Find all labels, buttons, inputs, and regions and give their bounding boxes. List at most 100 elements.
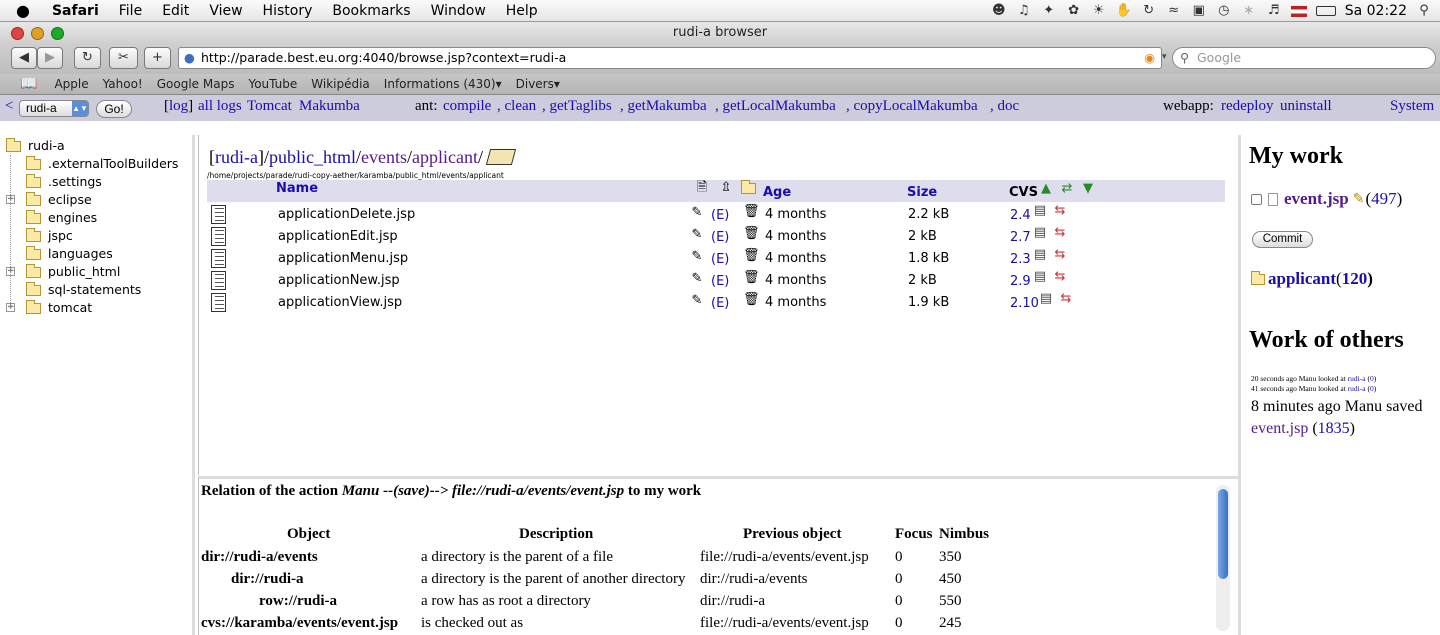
cvs-diff-icon[interactable]: ▤ [1033, 204, 1047, 218]
wifi-icon[interactable]: ≈ [1166, 4, 1182, 18]
menu-app-safari[interactable]: Safari [42, 3, 109, 19]
tree-item[interactable]: engines [26, 209, 97, 227]
edit-link[interactable]: (E) [711, 296, 729, 311]
menu-history[interactable]: History [253, 3, 323, 19]
bookmark-wikipedia[interactable]: Wikipédia [304, 77, 377, 91]
my-work-file-link[interactable]: event.jsp [1284, 189, 1349, 209]
my-work-file-count[interactable]: 497 [1371, 189, 1397, 209]
menu-file[interactable]: File [109, 3, 152, 19]
ant-compile-link[interactable]: compile [443, 98, 491, 115]
add-bookmark-button[interactable]: + [144, 47, 171, 69]
edit-icon[interactable]: ✎ [690, 250, 704, 264]
file-name[interactable]: applicationView.jsp [278, 295, 402, 310]
others-saved-link[interactable]: event.jsp [1251, 420, 1308, 437]
bookmark-divers[interactable]: Divers▾ [509, 77, 567, 91]
menu-edit[interactable]: Edit [152, 3, 199, 19]
cvs-sync-icon[interactable]: ⇆ [1053, 248, 1067, 262]
zoom-window-button[interactable] [51, 27, 64, 40]
file-name[interactable]: applicationMenu.jsp [278, 251, 408, 266]
scrollbar-thumb[interactable] [1218, 489, 1228, 579]
cvs-update-icon[interactable]: ▲ [1039, 182, 1053, 196]
bird-icon[interactable]: ✿ [1066, 4, 1082, 18]
cvs-sync-icon[interactable]: ⇄ [1060, 182, 1074, 196]
reload-button[interactable]: ↻ [74, 47, 101, 69]
cvs-revision-link[interactable]: 2.7 [1010, 230, 1031, 245]
ant-getlocalmakumba-link[interactable]: , getLocalMakumba [715, 98, 836, 115]
breadcrumb-events[interactable]: events [361, 147, 407, 167]
open-folder-icon[interactable] [485, 149, 516, 165]
ant-gettaglibs-link[interactable]: , getTaglibs [542, 98, 612, 115]
monkey-icon[interactable]: ☻ [991, 4, 1007, 18]
sort-by-name-link[interactable]: Name [276, 181, 318, 196]
close-window-button[interactable] [11, 27, 24, 40]
new-file-icon[interactable]: 🗎 [695, 181, 709, 195]
book-icon[interactable]: 📖 [0, 76, 47, 92]
breadcrumb-public-html[interactable]: public_html [269, 147, 356, 167]
menu-view[interactable]: View [199, 3, 252, 19]
trash-icon[interactable]: 🗑 [743, 271, 760, 285]
edit-pencil-icon[interactable]: ✎ [1353, 191, 1365, 208]
cvs-diff-icon[interactable]: ▤ [1033, 248, 1047, 262]
tree-item[interactable]: tomcat [26, 299, 92, 317]
new-folder-icon[interactable] [741, 180, 756, 197]
display-icon[interactable]: ▣ [1191, 4, 1207, 18]
rss-icon[interactable]: ◉ [1144, 48, 1155, 68]
my-work-dir-count[interactable]: 120 [1342, 269, 1368, 289]
snippet-button[interactable]: ✂ [109, 47, 138, 69]
cvs-sync-icon[interactable]: ⇆ [1053, 226, 1067, 240]
apple-menu-icon[interactable]: ● [0, 1, 42, 20]
cvs-sync-icon[interactable]: ⇆ [1053, 270, 1067, 284]
time-machine-icon[interactable]: ◷ [1216, 4, 1232, 18]
edit-link[interactable]: (E) [711, 208, 729, 223]
cvs-revision-link[interactable]: 2.4 [1010, 208, 1031, 223]
others-saved-count[interactable]: 1835 [1318, 420, 1350, 437]
bluetooth-icon[interactable]: ∗ [1241, 4, 1257, 18]
makumba-link[interactable]: Makumba [299, 98, 360, 115]
tree-root[interactable]: rudi-a [6, 137, 65, 155]
file-icon[interactable] [211, 205, 226, 224]
sync-icon[interactable]: ↻ [1141, 4, 1157, 18]
cvs-commit-icon[interactable]: ▼ [1081, 182, 1095, 196]
edit-link[interactable]: (E) [711, 230, 729, 245]
search-field[interactable]: ⚲ Google [1172, 47, 1436, 69]
sort-by-age-link[interactable]: Age [763, 185, 791, 200]
file-checkbox[interactable] [1251, 193, 1262, 205]
flag-icon[interactable] [1290, 5, 1307, 17]
system-link[interactable]: System [1390, 98, 1434, 115]
sunrise-icon[interactable]: ☀ [1091, 4, 1107, 18]
go-button[interactable]: Go! [96, 100, 132, 118]
menu-help[interactable]: Help [496, 3, 548, 19]
all-logs-link[interactable]: all logs [198, 98, 242, 115]
edit-icon[interactable]: ✎ [690, 272, 704, 286]
trash-icon[interactable]: 🗑 [743, 293, 760, 307]
music-note-icon[interactable]: ♫ [1016, 4, 1032, 18]
breadcrumb-applicant[interactable]: applicant [412, 147, 478, 167]
trash-icon[interactable]: 🗑 [743, 249, 760, 263]
menu-window[interactable]: Window [421, 3, 496, 19]
log-link[interactable]: log [169, 98, 188, 114]
cvs-diff-icon[interactable]: ▤ [1039, 292, 1053, 306]
forward-button[interactable]: ▶ [37, 47, 63, 69]
cvs-diff-icon[interactable]: ▤ [1033, 270, 1047, 284]
clock[interactable]: Sa 02:22 [1345, 3, 1407, 19]
redeploy-link[interactable]: redeploy [1221, 98, 1273, 115]
trash-icon[interactable]: 🗑 [743, 205, 760, 219]
trash-icon[interactable]: 🗑 [743, 227, 760, 241]
minimize-window-button[interactable] [31, 27, 44, 40]
tree-item[interactable]: .settings [26, 173, 102, 191]
file-icon[interactable] [211, 293, 226, 312]
file-name[interactable]: applicationNew.jsp [278, 273, 400, 288]
uninstall-link[interactable]: uninstall [1280, 98, 1332, 115]
context-select[interactable]: rudi-a ▲▼ [19, 100, 89, 117]
ant-getmakumba-link[interactable]: , getMakumba [620, 98, 707, 115]
edit-icon[interactable]: ✎ [690, 206, 704, 220]
others-entry-2-link[interactable]: rudi-a [1348, 384, 1366, 393]
pin-icon[interactable]: ✦ [1041, 4, 1057, 18]
bookmark-google-maps[interactable]: Google Maps [150, 77, 242, 91]
bookmark-apple[interactable]: Apple [47, 77, 95, 91]
edit-link[interactable]: (E) [711, 274, 729, 289]
bookmark-informations[interactable]: Informations (430)▾ [377, 77, 509, 91]
address-dropdown-icon[interactable]: ▾ [1162, 52, 1167, 62]
hand-icon[interactable]: ✋ [1116, 4, 1132, 18]
tree-item[interactable]: .externalToolBuilders [26, 155, 178, 173]
